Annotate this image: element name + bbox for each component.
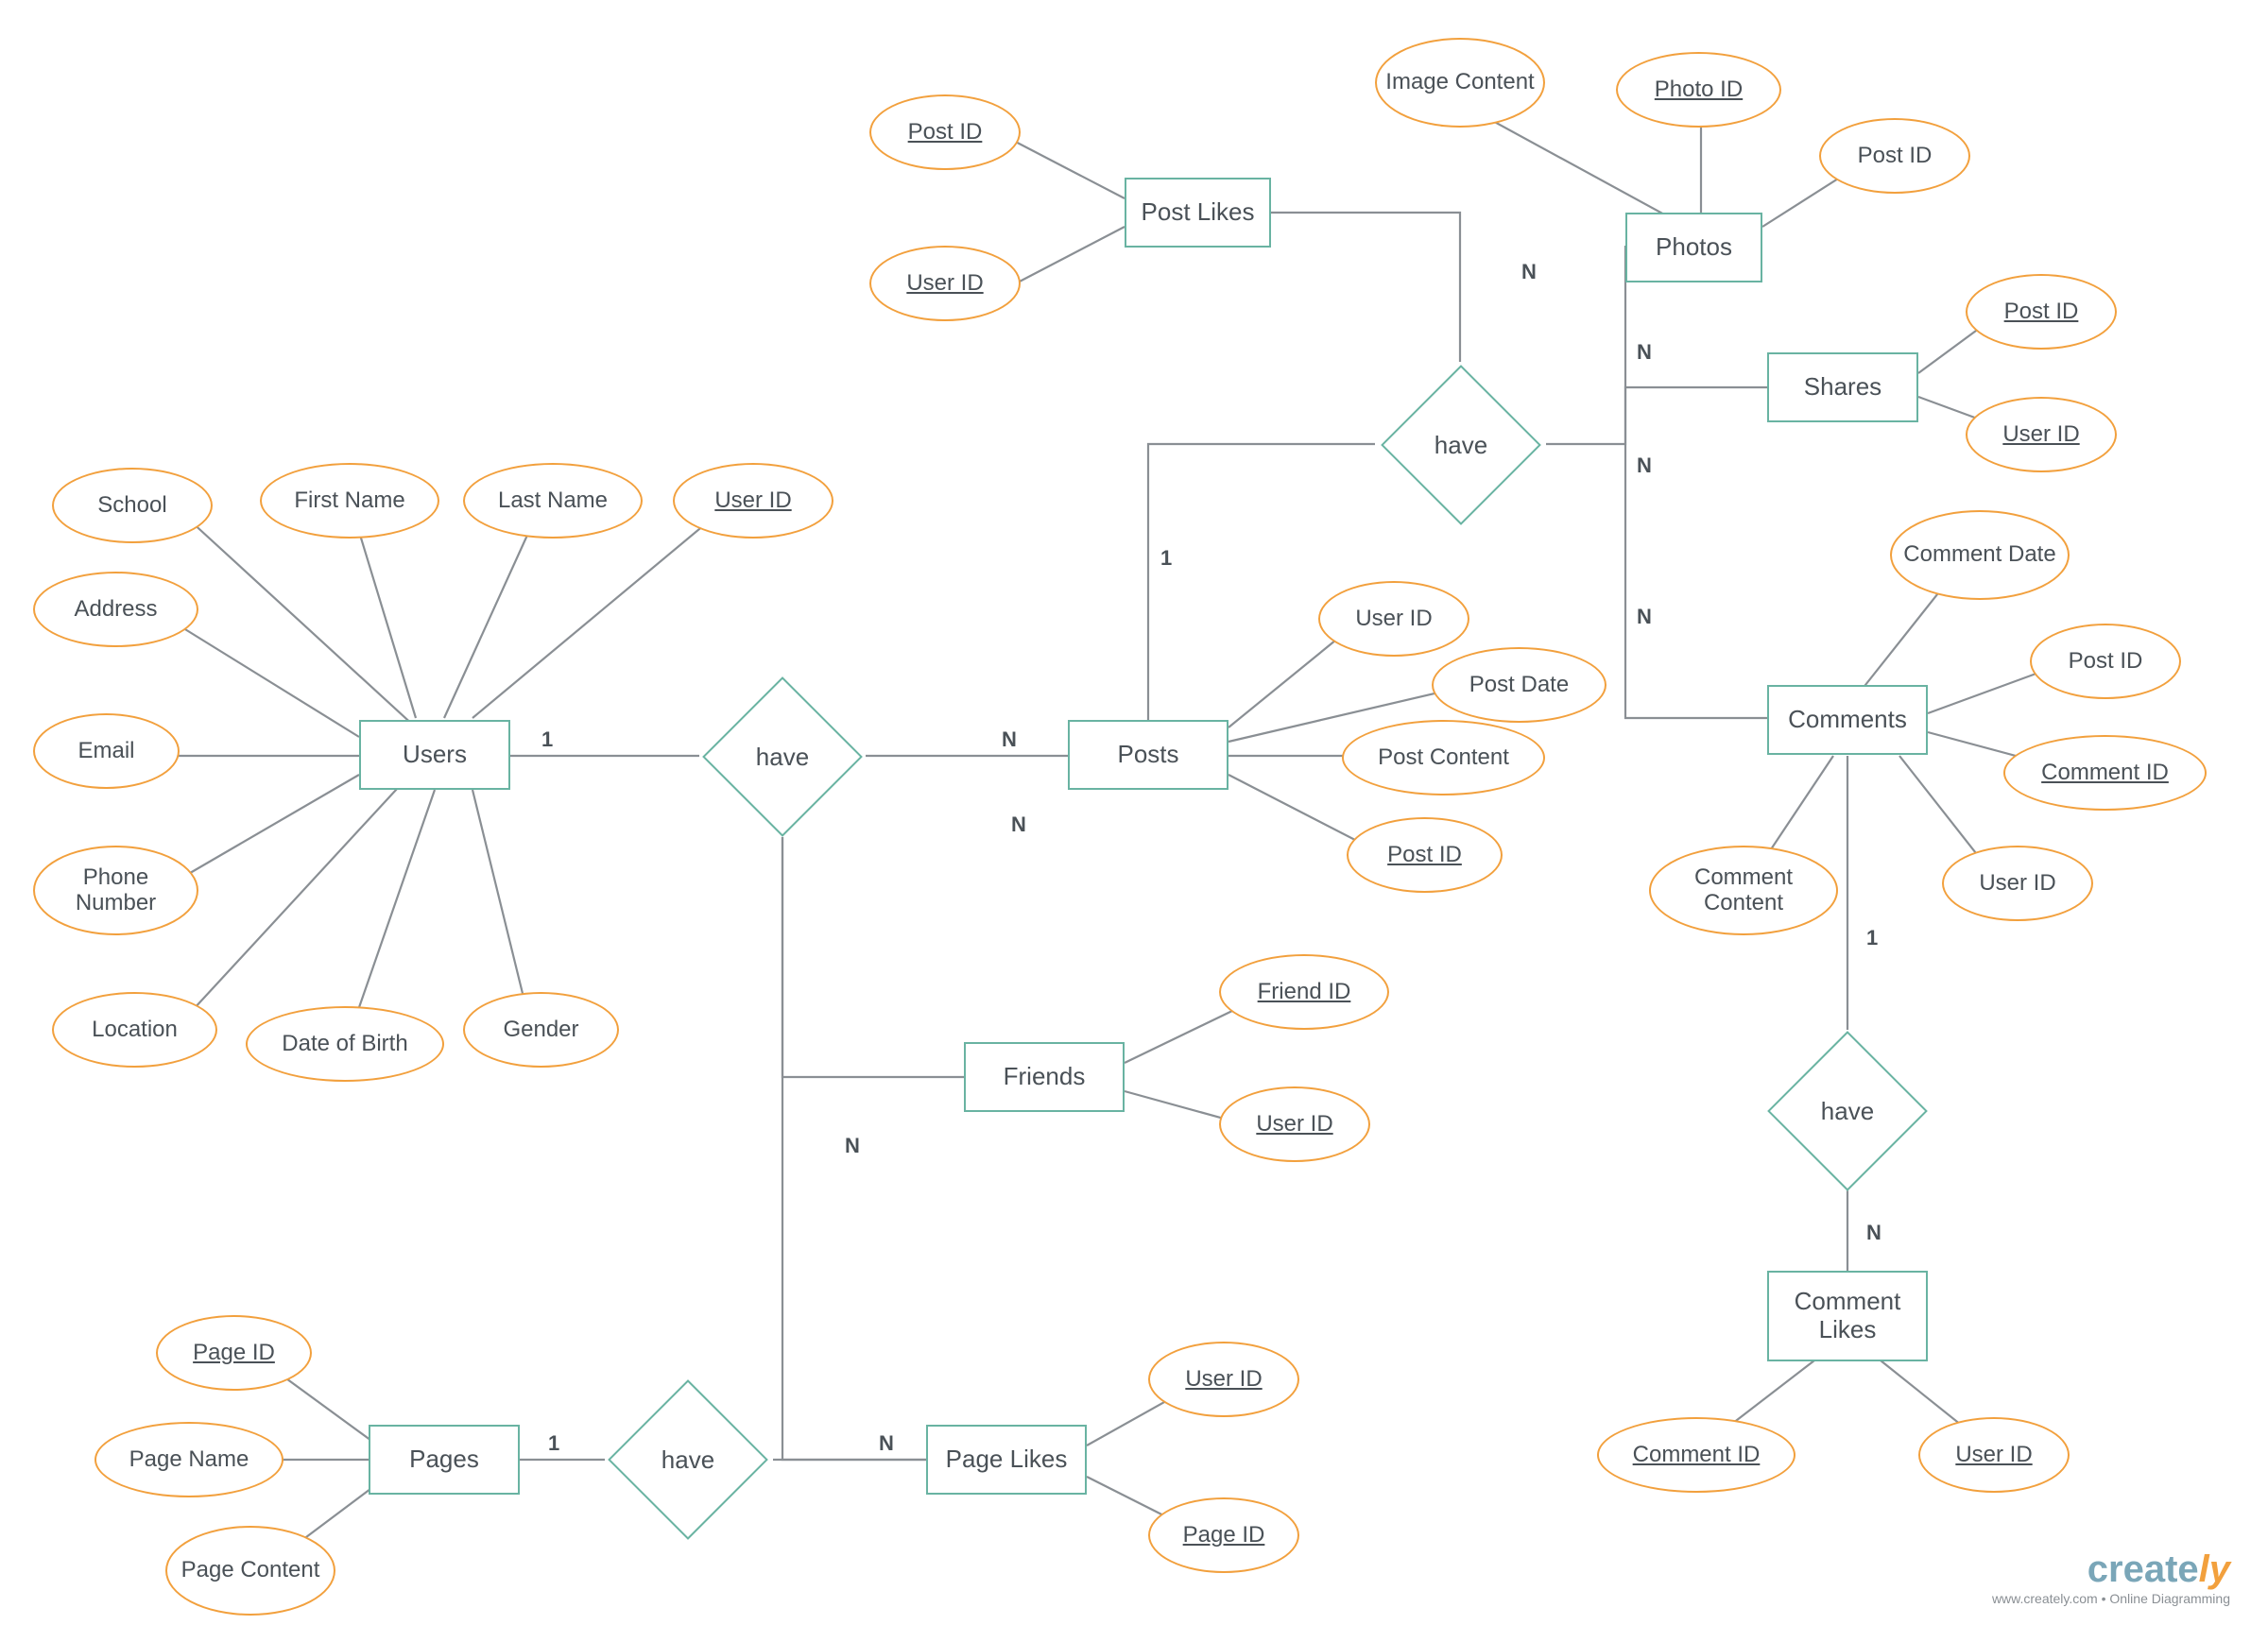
attr-users-phone: Phone Number <box>33 846 198 935</box>
entity-pages-label: Pages <box>409 1445 479 1474</box>
relation-comments-have[interactable]: have <box>1764 1028 1931 1194</box>
entity-pages[interactable]: Pages <box>369 1425 520 1495</box>
attr-users-user-id: User ID <box>673 463 833 539</box>
attr-users-last-name: Last Name <box>463 463 643 539</box>
card-friends-n: N <box>1011 812 1026 837</box>
card-posts-have-1: 1 <box>1160 546 1172 571</box>
card-posts-n: N <box>1002 727 1017 752</box>
entity-photos[interactable]: Photos <box>1625 213 1762 282</box>
attr-users-dob: Date of Birth <box>246 1006 444 1082</box>
card-shares-n2: N <box>1637 453 1652 478</box>
card-comments-1: 1 <box>1866 926 1878 950</box>
attr-pagelikes-page-id: Page ID <box>1148 1497 1299 1573</box>
attr-postlikes-post-id: Post ID <box>869 94 1021 170</box>
attr-posts-post-content: Post Content <box>1342 720 1545 795</box>
entity-posts[interactable]: Posts <box>1068 720 1228 790</box>
attr-users-school: School <box>52 468 213 543</box>
creately-logo: creately www.creately.com • Online Diagr… <box>1992 1548 2230 1606</box>
entity-friends-label: Friends <box>1004 1063 1086 1091</box>
card-pagelikes-n: N <box>879 1431 894 1456</box>
attr-pagelikes-user-id: User ID <box>1148 1342 1299 1417</box>
attr-comments-comment-id: Comment ID <box>2003 735 2207 811</box>
attr-pages-page-id: Page ID <box>156 1315 312 1391</box>
entity-users-label: Users <box>403 741 467 769</box>
attr-commentlikes-comment-id: Comment ID <box>1597 1417 1796 1493</box>
entity-photos-label: Photos <box>1656 233 1732 262</box>
entity-shares[interactable]: Shares <box>1767 352 1918 422</box>
attr-pages-page-name: Page Name <box>94 1422 284 1497</box>
entity-comments-label: Comments <box>1788 706 1907 734</box>
entity-page-likes[interactable]: Page Likes <box>926 1425 1087 1495</box>
attr-posts-post-id: Post ID <box>1347 817 1503 893</box>
entity-posts-label: Posts <box>1117 741 1178 769</box>
attr-comments-comment-content: Comment Content <box>1649 846 1838 935</box>
attr-posts-user-id: User ID <box>1318 581 1469 657</box>
attr-photos-post-id: Post ID <box>1819 118 1970 194</box>
relation-posts-have[interactable]: have <box>1378 362 1544 528</box>
attr-comments-comment-date: Comment Date <box>1890 510 2070 600</box>
attr-users-address: Address <box>33 572 198 647</box>
entity-comments[interactable]: Comments <box>1767 685 1928 755</box>
attr-photos-image-content: Image Content <box>1375 38 1545 128</box>
attr-commentlikes-user-id: User ID <box>1918 1417 2070 1493</box>
attr-users-first-name: First Name <box>260 463 439 539</box>
attr-shares-user-id: User ID <box>1966 397 2117 472</box>
entity-friends[interactable]: Friends <box>964 1042 1125 1112</box>
entity-users[interactable]: Users <box>359 720 510 790</box>
attr-friends-friend-id: Friend ID <box>1219 954 1389 1030</box>
attr-postlikes-user-id: User ID <box>869 246 1021 321</box>
attr-shares-post-id: Post ID <box>1966 274 2117 350</box>
entity-shares-label: Shares <box>1804 373 1881 402</box>
attr-friends-user-id: User ID <box>1219 1086 1370 1162</box>
card-users-1: 1 <box>541 727 553 752</box>
entity-post-likes-label: Post Likes <box>1142 198 1255 227</box>
brand-part-1: create <box>2088 1548 2199 1590</box>
card-commentlikes-n: N <box>1866 1221 1881 1245</box>
card-pages-1: 1 <box>548 1431 559 1456</box>
attr-comments-user-id: User ID <box>1942 846 2093 921</box>
card-comments-n: N <box>1637 605 1652 629</box>
attr-pages-page-content: Page Content <box>165 1526 335 1616</box>
entity-comment-likes[interactable]: Comment Likes <box>1767 1271 1928 1361</box>
relation-pages-have-label: have <box>662 1445 714 1475</box>
relation-posts-have-label: have <box>1435 431 1487 460</box>
attr-photos-photo-id: Photo ID <box>1616 52 1781 128</box>
attr-users-location: Location <box>52 992 217 1068</box>
card-shares-n: N <box>1637 340 1652 365</box>
brand-part-2: ly <box>2199 1548 2230 1590</box>
card-photos-n: N <box>1521 260 1537 284</box>
relation-users-have-label: have <box>756 743 809 772</box>
attr-comments-post-id: Post ID <box>2030 624 2181 699</box>
attr-posts-post-date: Post Date <box>1432 647 1606 723</box>
entity-post-likes[interactable]: Post Likes <box>1125 178 1271 248</box>
card-pagelikes-n1: N <box>845 1134 860 1158</box>
relation-users-have[interactable]: have <box>699 674 866 840</box>
entity-page-likes-label: Page Likes <box>946 1445 1068 1474</box>
entity-comment-likes-label: Comment Likes <box>1777 1288 1918 1344</box>
attr-users-gender: Gender <box>463 992 619 1068</box>
er-diagram-stage: Users Posts Post Likes Photos Shares Com… <box>0 0 2268 1625</box>
relation-comments-have-label: have <box>1821 1097 1874 1126</box>
brand-tagline: www.creately.com • Online Diagramming <box>1992 1591 2230 1606</box>
relation-pages-have[interactable]: have <box>605 1377 771 1543</box>
attr-users-email: Email <box>33 713 180 789</box>
